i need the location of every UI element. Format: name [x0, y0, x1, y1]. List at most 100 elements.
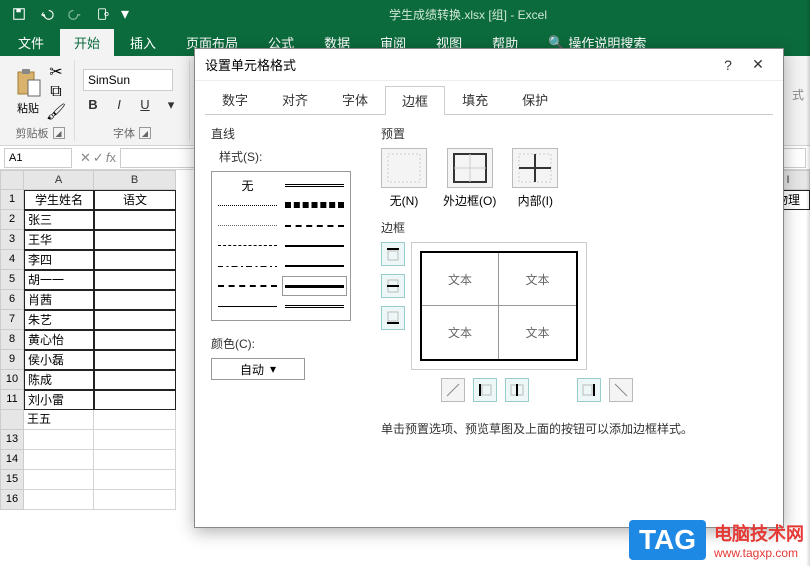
row-header[interactable]	[0, 410, 24, 430]
dlg-tab-number[interactable]: 数字	[205, 85, 265, 114]
style-option[interactable]	[285, 178, 344, 192]
row-header[interactable]: 11	[0, 390, 24, 410]
cell[interactable]	[94, 370, 176, 390]
border-hmid-button[interactable]	[381, 274, 405, 298]
preset-inside[interactable]: 内部(I)	[512, 148, 558, 209]
cell[interactable]	[94, 290, 176, 310]
border-preview[interactable]: 文本 文本 文本 文本	[411, 242, 587, 370]
preset-none[interactable]: 无(N)	[381, 148, 427, 209]
style-option[interactable]	[218, 300, 277, 314]
cell[interactable]	[94, 250, 176, 270]
style-none[interactable]: 无	[218, 178, 277, 192]
border-bottom-button[interactable]	[381, 306, 405, 330]
row-header[interactable]: 9	[0, 350, 24, 370]
fx-icon[interactable]: fx	[106, 150, 116, 166]
row-header[interactable]: 15	[0, 470, 24, 490]
row-header[interactable]: 2	[0, 210, 24, 230]
row-header[interactable]: 16	[0, 490, 24, 510]
cancel-formula-icon[interactable]: ✕	[80, 150, 91, 166]
row-header[interactable]: 7	[0, 310, 24, 330]
cell[interactable]: 肖茜	[24, 290, 94, 310]
copy-icon[interactable]: ⧉	[46, 83, 66, 101]
cell[interactable]: 张三	[24, 210, 94, 230]
border-vmid-button[interactable]	[505, 378, 529, 402]
font-name-input[interactable]	[83, 69, 173, 91]
cell[interactable]: 王华	[24, 230, 94, 250]
cell[interactable]	[94, 470, 176, 490]
name-box[interactable]	[4, 148, 72, 168]
undo-icon[interactable]	[34, 2, 60, 26]
dlg-tab-fill[interactable]: 填充	[445, 85, 505, 114]
bold-button[interactable]: B	[83, 95, 103, 115]
redo-icon[interactable]	[62, 2, 88, 26]
border-left-button[interactable]	[473, 378, 497, 402]
cell[interactable]: 朱艺	[24, 310, 94, 330]
row-header[interactable]: 13	[0, 430, 24, 450]
cell[interactable]: 胡一一	[24, 270, 94, 290]
cell[interactable]: 黄心怡	[24, 330, 94, 350]
dialog-close-button[interactable]: ✕	[743, 50, 773, 80]
style-option[interactable]	[285, 219, 344, 233]
tab-home[interactable]: 开始	[60, 29, 114, 56]
cell[interactable]	[94, 450, 176, 470]
row-header[interactable]: 5	[0, 270, 24, 290]
dlg-tab-border[interactable]: 边框	[385, 86, 445, 115]
style-option[interactable]	[218, 259, 277, 273]
cell[interactable]: 刘小雷	[24, 390, 94, 410]
row-header[interactable]: 6	[0, 290, 24, 310]
cell[interactable]	[24, 470, 94, 490]
border-right-button[interactable]	[577, 378, 601, 402]
touch-mode-icon[interactable]	[90, 2, 116, 26]
line-style-list[interactable]: 无	[211, 171, 351, 321]
underline-dropdown-icon[interactable]: ▾	[161, 95, 181, 115]
cell[interactable]	[94, 390, 176, 410]
font-launcher[interactable]: ◢	[139, 127, 151, 139]
cell[interactable]	[94, 310, 176, 330]
cell[interactable]	[94, 230, 176, 250]
style-option[interactable]	[285, 198, 344, 212]
cell[interactable]: 王五	[24, 410, 94, 430]
enter-formula-icon[interactable]: ✓	[93, 150, 104, 166]
col-header-A[interactable]: A	[24, 170, 94, 190]
color-select[interactable]: 自动▾	[211, 358, 305, 380]
italic-button[interactable]: I	[109, 95, 129, 115]
row-header[interactable]: 3	[0, 230, 24, 250]
cell[interactable]	[24, 490, 94, 510]
cut-icon[interactable]: ✂	[46, 63, 66, 81]
clipboard-launcher[interactable]: ◢	[53, 127, 65, 139]
cell[interactable]	[94, 350, 176, 370]
save-icon[interactable]	[6, 2, 32, 26]
row-header[interactable]: 1	[0, 190, 24, 210]
cell[interactable]: 李四	[24, 250, 94, 270]
style-option[interactable]	[218, 219, 277, 233]
col-header-B[interactable]: B	[94, 170, 176, 190]
style-option[interactable]	[218, 279, 277, 293]
border-diag-down-button[interactable]	[609, 378, 633, 402]
cell[interactable]	[94, 270, 176, 290]
cell[interactable]	[24, 430, 94, 450]
style-option[interactable]	[218, 198, 277, 212]
tab-insert[interactable]: 插入	[116, 29, 170, 56]
cell[interactable]	[94, 210, 176, 230]
row-header[interactable]: 4	[0, 250, 24, 270]
select-all-triangle[interactable]	[0, 170, 24, 190]
row-header[interactable]: 8	[0, 330, 24, 350]
style-option[interactable]	[218, 239, 277, 253]
dlg-tab-protection[interactable]: 保护	[505, 85, 565, 114]
border-diag-up-button[interactable]	[441, 378, 465, 402]
row-header[interactable]: 14	[0, 450, 24, 470]
cell[interactable]	[94, 430, 176, 450]
qat-dropdown-icon[interactable]: ▾	[118, 2, 132, 26]
cell[interactable]	[94, 410, 176, 430]
tab-file[interactable]: 文件	[4, 29, 58, 56]
row-header[interactable]: 10	[0, 370, 24, 390]
style-option[interactable]	[285, 259, 344, 273]
dialog-help-button[interactable]: ?	[713, 50, 743, 80]
dlg-tab-font[interactable]: 字体	[325, 85, 385, 114]
style-option[interactable]	[285, 300, 344, 314]
cell-A1[interactable]: 学生姓名	[24, 190, 94, 210]
cell-B1[interactable]: 语文	[94, 190, 176, 210]
border-top-button[interactable]	[381, 242, 405, 266]
cell[interactable]: 陈成	[24, 370, 94, 390]
style-option-selected[interactable]	[285, 279, 344, 293]
